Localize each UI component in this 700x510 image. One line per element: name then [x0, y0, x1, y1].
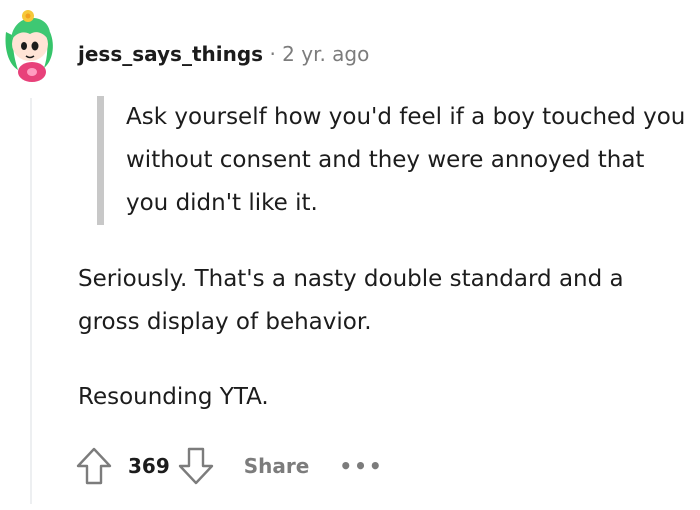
downvote-button[interactable] — [174, 443, 218, 489]
comment-paragraph: Resounding YTA. — [78, 384, 269, 410]
username-link[interactable]: jess_says_things — [78, 42, 263, 66]
arrow-down-icon — [178, 447, 213, 485]
timestamp[interactable]: 2 yr. ago — [282, 42, 369, 66]
comment-paragraph: Seriously. That's a nasty double standar… — [78, 266, 624, 335]
action-bar: 369 Share ••• — [72, 443, 384, 489]
more-options-icon[interactable]: ••• — [339, 454, 383, 478]
comment-header: jess_says_things · 2 yr. ago — [78, 40, 369, 68]
blockquote: Ask yourself how you'd feel if a boy tou… — [97, 96, 686, 225]
avatar[interactable] — [0, 8, 60, 86]
arrow-up-icon — [76, 447, 112, 485]
separator-dot: · — [269, 42, 276, 66]
vote-score: 369 — [128, 454, 170, 478]
thread-line[interactable] — [30, 98, 32, 504]
upvote-button[interactable] — [72, 443, 116, 489]
avatar-icon — [5, 10, 53, 82]
share-button[interactable]: Share — [244, 454, 310, 478]
